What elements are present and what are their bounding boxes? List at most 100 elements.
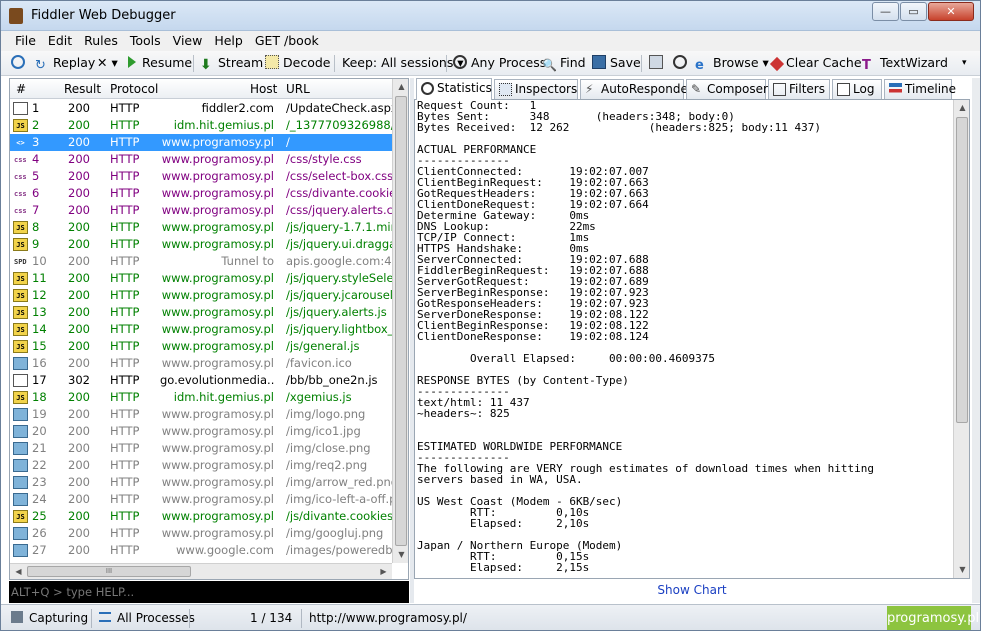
session-row[interactable]: 1 200 HTTP fiddler2.com/UpdateCheck.aspx?is [10,100,392,117]
session-url: /css/jquery.alerts.css [286,203,392,217]
column-header-protocol[interactable]: Protocol [110,82,158,96]
scroll-down-arrow-icon[interactable]: ▼ [954,562,969,578]
session-protocol: HTTP [110,288,140,302]
session-row[interactable]: 19 200 HTTP www.programosy.pl/img/logo.png [10,406,392,423]
session-list-panel: # Result Protocol Host URL 1 200 HTTP fiddl… [9,78,409,580]
menu-rules[interactable]: Rules [78,31,124,51]
session-row[interactable]: 20 200 HTTP www.programosy.pl/img/ico1.jpg [10,423,392,440]
browse-button[interactable]: e Browse ▾ [695,54,769,73]
session-row[interactable]: SPDY 10 200 HTTP Tunnel to apis.google.com:44… [10,253,392,270]
menu-get-book[interactable]: GET /book [249,31,325,51]
toolbar-overflow-chevron-icon[interactable]: ▾ [962,54,967,72]
session-row[interactable]: css{6 200 HTTP www.programosy.pl/css/divant… [10,185,392,202]
tab-statistics[interactable]: Statistics [416,78,492,100]
menu-tools[interactable]: Tools [124,31,167,51]
session-list-horizontal-scrollbar[interactable]: ◀ III ▶ [10,563,392,579]
save-button[interactable]: Save [592,54,641,72]
resume-button[interactable]: Resume [128,54,192,72]
statistics-text: Request Count: 1 Bytes Sent: 348 (headers… [417,100,952,578]
tab-timeline[interactable]: Timeline [884,79,956,99]
scroll-up-arrow-icon[interactable]: ▲ [954,100,969,116]
outer-scrollbar[interactable] [972,78,980,603]
menu-file[interactable]: File [9,31,42,51]
statistics-vertical-scrollbar[interactable]: ▲ ▼ [953,100,969,578]
scroll-thumb[interactable] [956,117,968,423]
find-button[interactable]: 🔍 Find [542,54,586,72]
session-row[interactable]: 26 200 HTTP www.programosy.pl/img/googluj.p… [10,525,392,542]
session-result: 200 [68,526,90,540]
session-row[interactable]: JS 13 200 HTTP www.programosy.pl/js/jquery.a… [10,304,392,321]
session-row[interactable]: JS 18 200 HTTP idm.hit.gemius.pl/xgemius.js [10,389,392,406]
session-list-vertical-scrollbar[interactable]: ▲ ▼ [392,79,408,563]
replay-button[interactable]: ↻ Replay [35,54,95,73]
menu-view[interactable]: View [167,31,209,51]
tab-log[interactable]: Log [832,79,882,99]
screenshot-button[interactable] [649,54,667,72]
tab-composer[interactable]: ✎ Composer [686,79,768,99]
session-number: 12 [32,288,47,302]
session-row[interactable]: 23 200 HTTP www.programosy.pl/img/arrow_red… [10,474,392,491]
textwizard-button[interactable]: T TextWizard [862,54,948,73]
doc-file-icon [13,374,28,387]
minimize-button[interactable]: — [872,2,899,21]
js-file-icon: JS [13,323,28,336]
decode-button[interactable]: Decode [265,54,330,72]
session-url: /img/close.png [286,441,371,455]
session-row[interactable]: JS 12 200 HTTP www.programosy.pl/js/jquery.j… [10,287,392,304]
toolbar-divider [641,55,642,72]
session-number: 3 [32,135,40,149]
session-row[interactable]: 17 302 HTTP go.evolutionmedia.... /bb/bb_one… [10,372,392,389]
session-row[interactable]: 24 200 HTTP www.programosy.pl/img/ico-left-… [10,491,392,508]
tab-filters[interactable]: Filters [768,79,830,99]
session-row[interactable]: JS 25 200 HTTP www.programosy.pl/js/divante.… [10,508,392,525]
session-row[interactable]: JS 8 200 HTTP www.programosy.pl/js/jquery-1.… [10,219,392,236]
session-row[interactable]: JS 15 200 HTTP www.programosy.pl/js/general.… [10,338,392,355]
close-button[interactable]: ✕ [928,2,974,21]
comment-button[interactable] [11,54,29,72]
horizontal-scroll-thumb[interactable]: III [27,566,191,577]
eraser-icon [769,56,785,72]
timer-button[interactable] [673,54,691,72]
session-row[interactable]: css{5 200 HTTP www.programosy.pl/css/select… [10,168,392,185]
session-row[interactable]: JS 2 200 HTTP idm.hit.gemius.pl /_13777093269… [10,117,392,134]
session-row[interactable]: 22 200 HTTP www.programosy.pl/img/req2.png [10,457,392,474]
quickexec-input[interactable]: ALT+Q > type HELP... [9,581,409,603]
column-header-result[interactable]: Result [64,82,101,96]
tab-autoresponder-label: AutoResponder [601,82,693,96]
scroll-down-arrow-icon[interactable]: ▼ [393,547,408,563]
session-row[interactable]: 16 200 HTTP www.programosy.pl/favicon.ico [10,355,392,372]
column-header-host[interactable]: Host [250,82,277,96]
remove-button[interactable]: ✕ ▾ [97,54,118,72]
session-row[interactable]: <> 3 200 HTTP www.programosy.pl / [10,134,392,151]
any-process-button[interactable]: Any Process [453,54,546,72]
tab-inspectors[interactable]: Inspectors [494,79,578,99]
session-row[interactable]: css{4 200 HTTP www.programosy.pl/css/style.… [10,151,392,168]
session-row[interactable]: JS 11 200 HTTP www.programosy.pl/js/jquery.s… [10,270,392,287]
session-result: 200 [68,152,90,166]
session-row[interactable]: JS 9 200 HTTP www.programosy.pl/js/jquery.ui… [10,236,392,253]
save-disk-icon [592,55,606,69]
column-header-number[interactable]: # [16,82,26,96]
session-row[interactable]: JS 14 200 HTTP www.programosy.pl/js/jquery.l… [10,321,392,338]
clear-cache-button[interactable]: Clear Cache [769,54,862,72]
session-row[interactable]: 21 200 HTTP www.programosy.pl/img/close.png [10,440,392,457]
column-header-url[interactable]: URL [286,82,310,96]
scroll-left-arrow-icon[interactable]: ◀ [10,564,27,579]
process-filter[interactable]: All Processes [99,610,195,626]
session-host: www.programosy.pl [161,237,274,251]
capturing-toggle[interactable]: Capturing [11,610,88,626]
maximize-button[interactable]: ▭ [900,2,927,21]
menu-help[interactable]: Help [208,31,249,51]
scroll-right-arrow-icon[interactable]: ▶ [375,564,392,579]
session-row[interactable]: css{7 200 HTTP www.programosy.pl/css/jquery… [10,202,392,219]
show-chart-link[interactable]: Show Chart [414,581,970,601]
scroll-thumb[interactable] [395,96,407,546]
session-row[interactable]: 27 200 HTTP www.google.com/images/poweredby… [10,542,392,559]
stream-button[interactable]: ⬇ Stream [200,54,263,72]
scroll-up-arrow-icon[interactable]: ▲ [393,79,408,95]
menu-edit[interactable]: Edit [42,31,78,51]
processes-label: All Processes [117,611,195,625]
lightning-icon: ⚡ [585,82,594,96]
tab-autoresponder[interactable]: ⚡ AutoResponder [580,79,693,99]
js-file-icon: JS [13,221,28,234]
